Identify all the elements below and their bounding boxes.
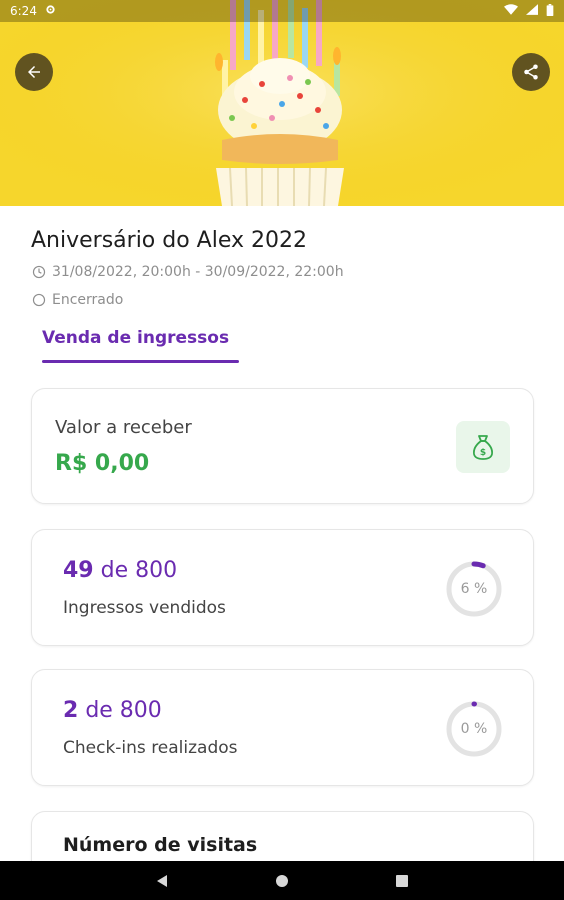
tab-active-indicator [42, 360, 239, 363]
balance-card: Valor a receber R$ 0,00 $ [31, 388, 534, 504]
arrow-left-icon [28, 66, 40, 78]
share-button[interactable] [512, 53, 550, 91]
back-button[interactable] [15, 53, 53, 91]
status-circle-icon [32, 293, 46, 307]
status-bar: 6:24 [0, 0, 564, 22]
battery-icon [546, 3, 554, 19]
tickets-sold-label: Ingressos vendidos [63, 598, 226, 618]
tickets-sold-count: 49 de 800 [63, 558, 177, 583]
nav-back-button[interactable] [152, 871, 172, 891]
status-time: 6:24 [10, 4, 37, 18]
checkins-card: 2 de 800 Check-ins realizados 0 % [31, 669, 534, 786]
triangle-back-icon [157, 874, 167, 887]
circle-home-icon [276, 874, 288, 887]
tickets-progress-label: 6 % [460, 581, 488, 597]
event-status: Encerrado [52, 292, 124, 308]
square-recents-icon [396, 874, 408, 887]
tickets-sold-number: 49 [63, 558, 94, 583]
event-date-range: 31/08/2022, 20:00h - 30/09/2022, 22:00h [52, 264, 344, 280]
money-bag-icon: $ [472, 435, 494, 460]
event-status-row: Encerrado [32, 292, 123, 308]
event-title: Aniversário do Alex 2022 [31, 228, 307, 253]
svg-text:$: $ [480, 448, 486, 458]
signal-icon [526, 4, 538, 18]
visits-title: Número de visitas [63, 834, 258, 856]
nav-home-button[interactable] [272, 871, 292, 891]
checkins-label: Check-ins realizados [63, 738, 238, 758]
wifi-icon [504, 4, 518, 18]
cupcake-illustration [0, 0, 564, 206]
clock-icon [32, 265, 46, 279]
balance-label: Valor a receber [55, 417, 192, 438]
nav-recents-button[interactable] [392, 871, 412, 891]
checkins-count: 2 de 800 [63, 698, 162, 723]
tab-ticket-sales[interactable]: Venda de ingressos [42, 328, 229, 348]
system-nav-bar [0, 861, 564, 900]
settings-icon [45, 4, 56, 18]
checkins-progress-label: 0 % [460, 721, 488, 737]
money-bag-badge: $ [456, 421, 510, 473]
tickets-sold-card: 49 de 800 Ingressos vendidos 6 % [31, 529, 534, 646]
event-date-row: 31/08/2022, 20:00h - 30/09/2022, 22:00h [32, 264, 344, 280]
tickets-sold-total: de 800 [100, 558, 178, 583]
event-cover-image [0, 0, 564, 206]
checkins-total: de 800 [85, 698, 162, 723]
checkins-number: 2 [63, 698, 79, 723]
share-icon [524, 64, 538, 80]
balance-value: R$ 0,00 [55, 451, 150, 476]
